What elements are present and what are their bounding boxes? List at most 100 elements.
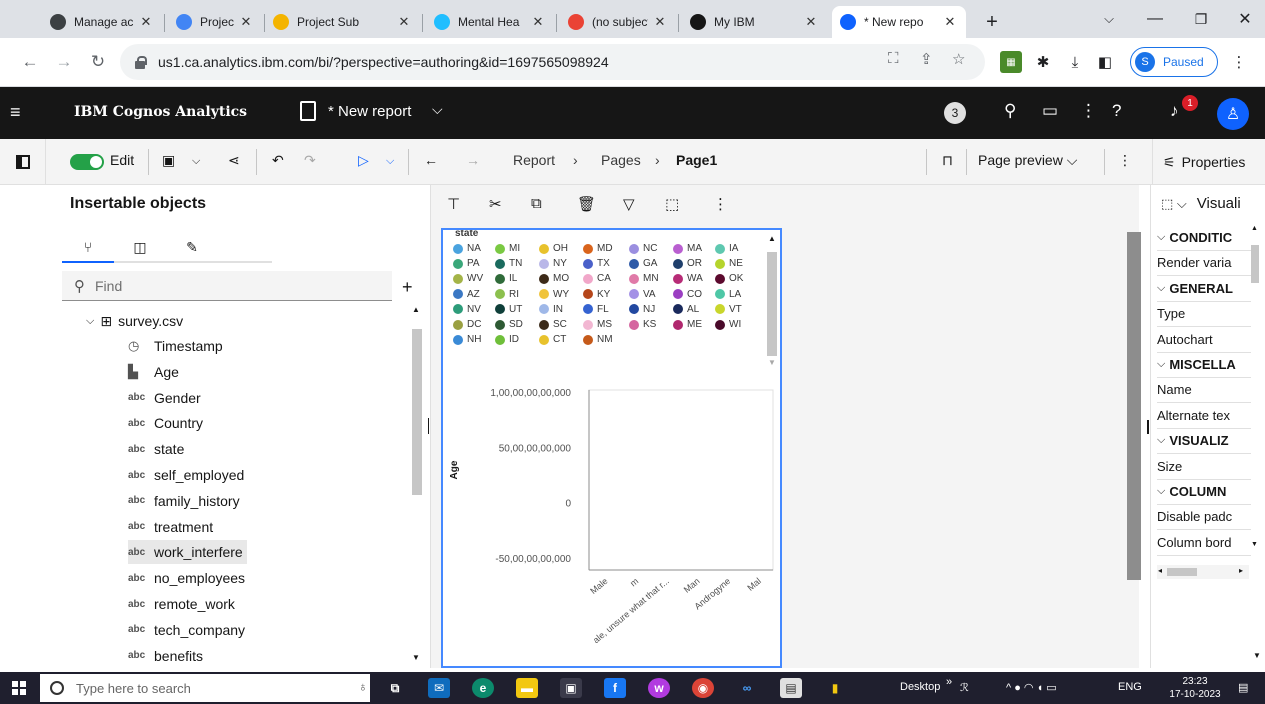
browser-tab[interactable]: * New repo ✕ (832, 6, 966, 38)
legend-item[interactable]: NY (539, 258, 567, 269)
property-group-header[interactable]: ⌵ MISCELLA (1157, 352, 1251, 378)
delete-icon[interactable]: 🗑 (577, 195, 596, 213)
legend-item[interactable]: IL (495, 273, 517, 284)
chevron-down-icon[interactable]: ⌵ (192, 155, 200, 168)
scroll-up-icon[interactable]: ▲ (412, 305, 420, 314)
legend-item[interactable]: CA (583, 273, 611, 284)
microphone-icon[interactable]: ♁ (358, 679, 368, 694)
legend-item[interactable]: VA (629, 289, 656, 300)
edge-icon[interactable]: e (472, 678, 494, 698)
legend-item[interactable]: KS (629, 319, 656, 330)
windows-start-icon[interactable] (12, 681, 26, 695)
properties-button[interactable]: ⚟ Properties (1152, 139, 1265, 185)
clock[interactable]: 23:23 17-10-2023 (1166, 675, 1224, 701)
chevron-down-icon[interactable]: ⌵ (432, 101, 443, 118)
scroll-right-icon[interactable]: ▸ (1239, 566, 1243, 575)
minimize-button[interactable]: — (1132, 0, 1178, 38)
legend-item[interactable]: IN (539, 304, 563, 315)
legend-item[interactable]: OK (715, 273, 743, 284)
legend-item[interactable]: VT (715, 304, 742, 315)
property-group-header[interactable]: ⌵ VISUALIZ (1157, 428, 1251, 455)
file-explorer-icon[interactable]: ▬ (516, 678, 538, 698)
close-tab-icon[interactable]: ✕ (803, 14, 819, 30)
chart-app-icon[interactable]: ▮ (824, 678, 846, 698)
legend-item[interactable]: GA (629, 258, 657, 269)
legend-item[interactable]: NE (715, 258, 743, 269)
scroll-down-icon[interactable]: ▼ (1251, 541, 1258, 548)
extensions-puzzle-icon[interactable]: ✱ (1032, 51, 1054, 73)
properties-scrollbar[interactable]: ▲ ▼ (1249, 225, 1261, 555)
visualization[interactable]: state NA MI OH MD NC MA IA PA TN NY TX GA OR NE WV IL MO… (441, 228, 782, 668)
breadcrumb-page1[interactable]: Page1 (676, 152, 717, 168)
legend-item[interactable]: AL (673, 304, 699, 315)
tab-search-icon[interactable]: ⌵ (1086, 0, 1132, 38)
download-icon[interactable]: ⤓ (1064, 51, 1086, 73)
task-view-icon[interactable]: ⧉ (384, 678, 406, 698)
legend-item[interactable]: MO (539, 273, 569, 284)
legend-item[interactable]: NA (453, 243, 481, 254)
browser-tab[interactable]: Manage ac ✕ (42, 6, 162, 38)
tree-item-tech-company[interactable]: abc tech_company (128, 618, 249, 642)
more-icon[interactable]: ⋮ (1080, 101, 1097, 121)
tree-item-Gender[interactable]: abc Gender (128, 386, 205, 410)
legend-item[interactable]: UT (495, 304, 522, 315)
property-row[interactable]: Column bord (1157, 530, 1251, 556)
language-indicator[interactable]: ENG (1118, 681, 1142, 693)
facebook-icon[interactable]: f (604, 678, 626, 698)
property-group-header[interactable]: ⌵ COLUMN (1157, 479, 1251, 505)
scroll-down-icon[interactable]: ▼ (768, 358, 776, 367)
chevron-down-icon[interactable]: ⌵ (386, 155, 394, 168)
legend-item[interactable]: WV (453, 273, 483, 284)
desktop-label[interactable]: Desktop (900, 681, 940, 693)
legend-item[interactable]: DC (453, 319, 481, 330)
legend-item[interactable]: AZ (453, 289, 480, 300)
tree-item-family-history[interactable]: abc family_history (128, 489, 244, 513)
legend-item[interactable]: RI (495, 289, 519, 300)
document-icon[interactable]: ▤ (780, 678, 802, 698)
tray-icons[interactable]: ^ ● ◠ ◖ ▭ (1006, 681, 1057, 694)
legend-item[interactable]: NH (453, 334, 481, 345)
open-items-badge[interactable]: 3 (944, 102, 966, 124)
legend-item[interactable]: ME (673, 319, 702, 330)
search-icon[interactable]: ⚲ (1004, 101, 1016, 121)
legend-item[interactable]: CO (673, 289, 702, 300)
legend-item[interactable]: LA (715, 289, 741, 300)
find-input[interactable]: ⚲ Find (62, 271, 392, 301)
close-tab-icon[interactable]: ✕ (530, 14, 546, 30)
filter-icon[interactable]: ▽ (623, 195, 635, 213)
copy-icon[interactable]: ⧉ (531, 195, 542, 212)
legend-item[interactable]: PA (453, 258, 480, 269)
lock-icon[interactable]: ⊓ (942, 152, 953, 169)
legend-item[interactable]: WI (715, 319, 741, 330)
back-icon[interactable]: ← (18, 50, 42, 74)
scroll-up-icon[interactable]: ▲ (768, 234, 776, 243)
bookmark-star-icon[interactable]: ☆ (952, 50, 965, 68)
property-group-header[interactable]: ⌵ GENERAL (1157, 276, 1251, 302)
legend-item[interactable]: FL (583, 304, 609, 315)
legend-item[interactable]: WY (539, 289, 569, 300)
property-row[interactable]: Render varia (1157, 250, 1251, 277)
legend-item[interactable]: OH (539, 243, 568, 254)
properties-hscrollbar[interactable]: ◂ ▸ (1157, 565, 1249, 579)
property-row[interactable]: Type (1157, 301, 1251, 328)
add-icon[interactable]: + (402, 277, 413, 298)
property-group-header[interactable]: ⌵ CONDITIC (1157, 225, 1251, 251)
legend-item[interactable]: TX (583, 258, 610, 269)
reload-icon[interactable]: ↻ (86, 50, 110, 74)
share-icon[interactable]: ⋖ (228, 152, 240, 169)
tree-item-treatment[interactable]: abc treatment (128, 515, 217, 539)
scroll-down-icon[interactable]: ▼ (1253, 651, 1261, 660)
forward-arrow-icon[interactable]: → (466, 152, 480, 168)
run-icon[interactable]: ▷ (358, 152, 369, 169)
format-painter-icon[interactable]: ⊤ (447, 195, 460, 213)
back-arrow-icon[interactable]: ← (424, 152, 438, 168)
legend-item[interactable]: CT (539, 334, 566, 345)
tree-item-self-employed[interactable]: abc self_employed (128, 463, 248, 487)
property-row[interactable]: Name (1157, 377, 1251, 404)
address-bar[interactable]: us1.ca.analytics.ibm.com/bi/?perspective… (120, 44, 985, 80)
close-tab-icon[interactable]: ✕ (652, 14, 668, 30)
breadcrumb-report[interactable]: Report (513, 152, 555, 168)
breadcrumb-pages[interactable]: Pages (601, 152, 641, 168)
notifications-icon[interactable]: ♪ (1170, 101, 1179, 121)
extension-icon[interactable]: ▦ (1000, 51, 1022, 73)
